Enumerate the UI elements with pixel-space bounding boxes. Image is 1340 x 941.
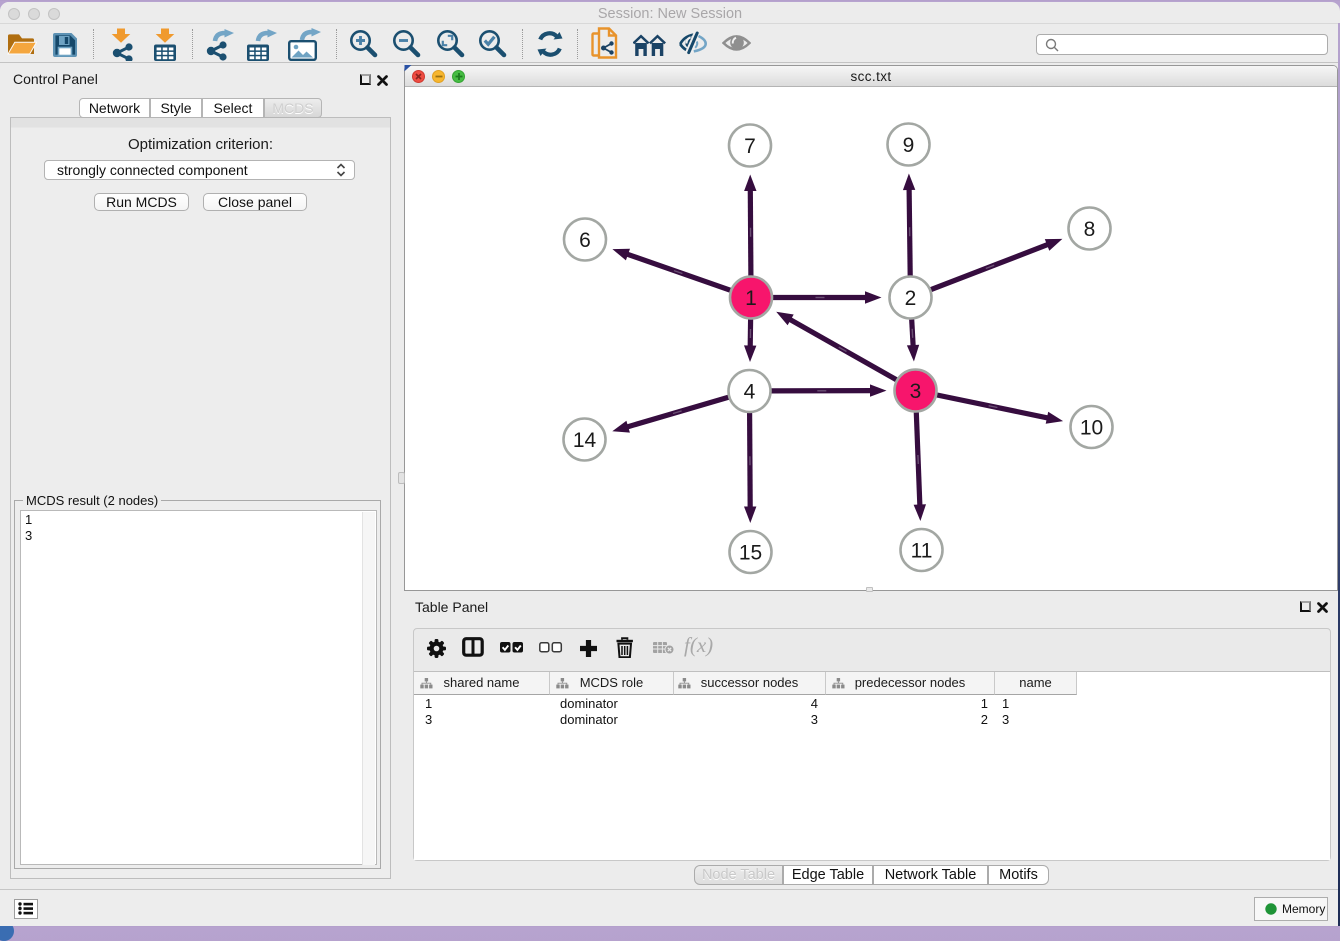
svg-text:7: 7 [744, 135, 756, 158]
svg-text:3: 3 [910, 380, 922, 403]
svg-text:10: 10 [1080, 416, 1103, 439]
svg-text:11: 11 [911, 539, 933, 562]
svg-text:15: 15 [739, 541, 762, 564]
svg-text:2: 2 [905, 287, 917, 310]
svg-text:8: 8 [1084, 218, 1096, 241]
svg-text:6: 6 [579, 229, 591, 252]
svg-text:4: 4 [744, 380, 756, 403]
svg-text:1: 1 [745, 287, 757, 310]
svg-text:9: 9 [903, 134, 915, 157]
svg-text:14: 14 [573, 429, 597, 452]
